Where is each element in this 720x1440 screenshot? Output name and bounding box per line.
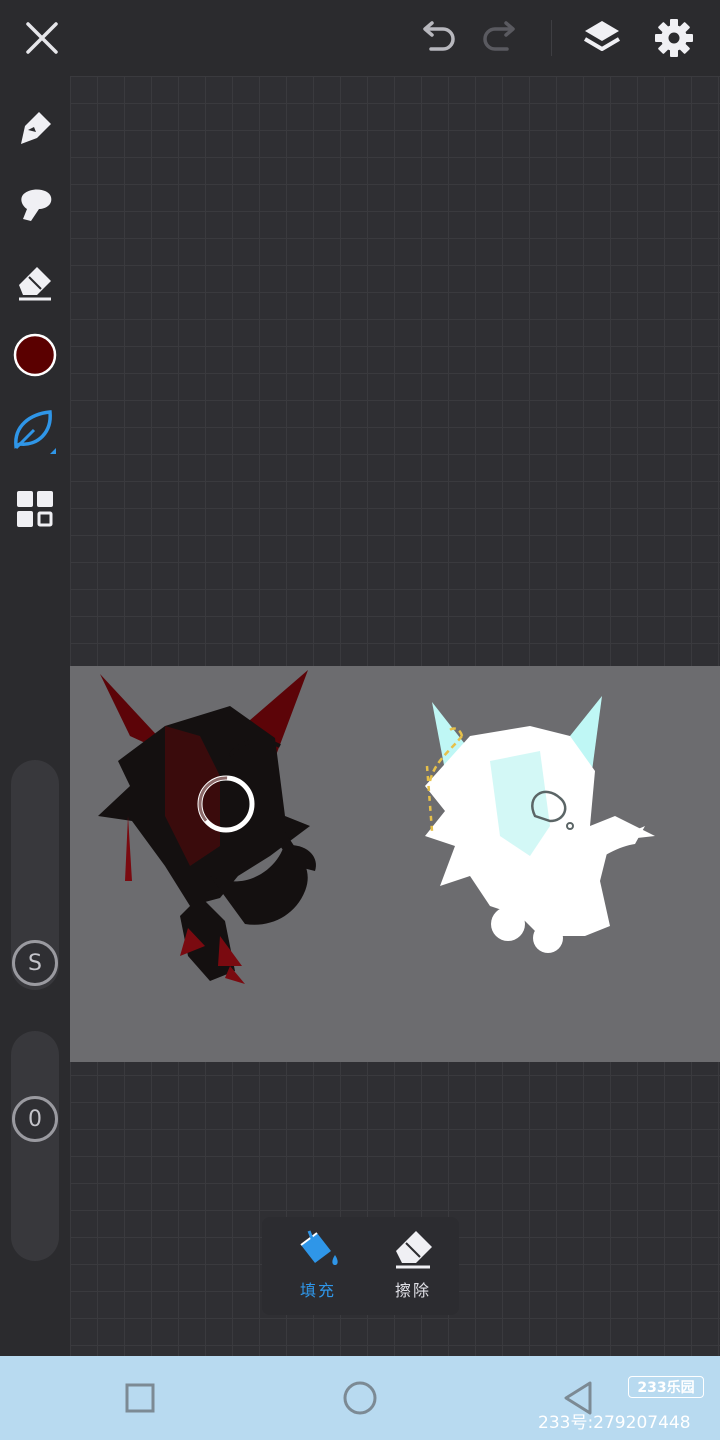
undo-icon bbox=[423, 21, 455, 51]
color-swatch bbox=[13, 333, 57, 377]
layers-button[interactable] bbox=[578, 14, 626, 62]
artwork bbox=[98, 670, 655, 984]
size-slider-knob[interactable]: S bbox=[12, 940, 58, 986]
watermark-id: 233号:279207448 bbox=[538, 1413, 691, 1433]
opacity-slider[interactable]: 0 bbox=[11, 1031, 59, 1261]
white-cat-character bbox=[425, 696, 655, 953]
close-button[interactable] bbox=[18, 14, 66, 62]
erase-label: 擦除 bbox=[394, 1281, 431, 1300]
close-icon bbox=[26, 22, 58, 54]
paint-bucket-icon bbox=[300, 1230, 338, 1265]
brush-size-slider[interactable]: S bbox=[11, 760, 59, 990]
square-icon bbox=[125, 1383, 155, 1413]
settings-button[interactable] bbox=[650, 14, 698, 62]
circle-icon bbox=[343, 1381, 377, 1415]
smudge-tool-button[interactable] bbox=[10, 180, 60, 230]
settings-icon bbox=[655, 19, 693, 57]
leaf-brush-icon bbox=[14, 410, 56, 454]
eraser-icon bbox=[19, 267, 51, 301]
fill-mode-popup: 填充 擦除 bbox=[262, 1217, 459, 1315]
opacity-slider-knob[interactable]: 0 bbox=[12, 1096, 58, 1142]
eraser-icon bbox=[396, 1231, 432, 1269]
redo-icon bbox=[483, 21, 515, 51]
home-button[interactable] bbox=[340, 1378, 380, 1418]
erase-option[interactable]: 擦除 bbox=[373, 1227, 453, 1307]
drawing-app: S 0 填充 擦除 233乐园 233号:279207448 bbox=[0, 0, 720, 1440]
tool-sidebar: S 0 bbox=[0, 76, 70, 1356]
pen-tool-button[interactable] bbox=[10, 103, 60, 153]
brush-selector-button[interactable] bbox=[10, 406, 60, 456]
layers-icon bbox=[583, 21, 621, 51]
undo-button[interactable] bbox=[413, 14, 461, 62]
toolbar-divider bbox=[551, 20, 552, 56]
dark-cat-character bbox=[98, 670, 316, 984]
eraser-tool-button[interactable] bbox=[10, 258, 60, 308]
grid-menu-button[interactable] bbox=[10, 484, 60, 534]
redo-button[interactable] bbox=[477, 14, 525, 62]
drawing-canvas[interactable] bbox=[70, 666, 720, 1062]
pen-icon bbox=[21, 112, 51, 144]
fill-label: 填充 bbox=[299, 1281, 336, 1300]
fill-option[interactable]: 填充 bbox=[278, 1227, 358, 1307]
watermark-badge: 233乐园 bbox=[628, 1376, 704, 1398]
top-toolbar bbox=[0, 0, 720, 76]
color-picker-button[interactable] bbox=[10, 330, 60, 380]
grid-icon bbox=[17, 491, 53, 527]
smudge-brush-icon bbox=[21, 189, 52, 221]
recent-apps-button[interactable] bbox=[120, 1378, 160, 1418]
